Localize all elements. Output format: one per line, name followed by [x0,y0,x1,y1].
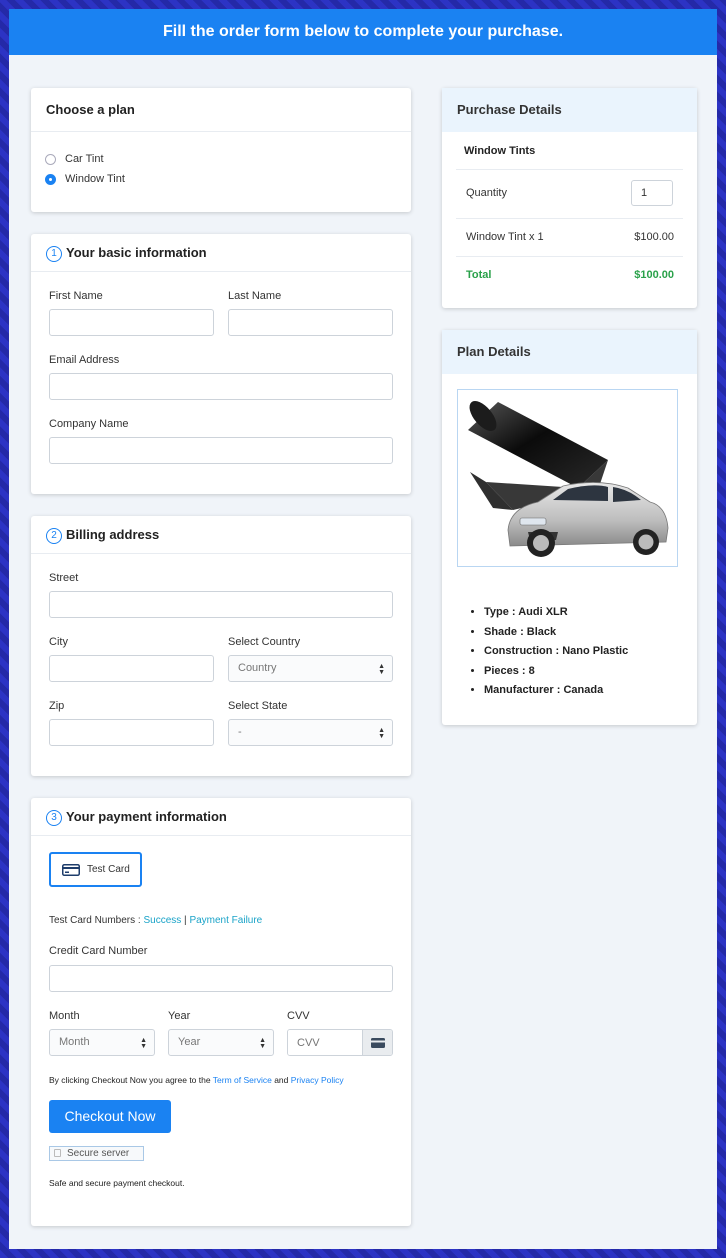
line-item-price: $100.00 [634,231,674,243]
country-select-value: Country [238,662,277,674]
secure-badge-label: Secure server [67,1148,130,1159]
divider [456,169,683,170]
section-title: Your payment information [66,809,227,824]
zip-label: Zip [49,700,65,712]
plan-option-label: Window Tint [65,173,125,185]
list-item: Type : Audi XLR [484,603,628,623]
checkout-button[interactable]: Checkout Now [49,1100,171,1133]
cvv-input[interactable] [288,1030,362,1055]
street-label: Street [49,572,79,584]
plan-option-label: Car Tint [65,153,104,165]
secure-server-badge: Secure server [49,1146,144,1161]
car-tint-illustration [468,401,669,557]
payment-heading: 3 Your payment information [31,798,411,836]
state-select[interactable]: - ▲ ▼ [228,719,393,746]
list-item: Pieces : 8 [484,662,628,682]
test-card-label: Test Card [87,864,130,875]
cvv-label: CVV [287,1010,310,1022]
purchase-card: Purchase Details Window Tints Quantity 1… [442,88,697,308]
state-select-value: - [238,726,242,738]
basic-info-heading: 1 Your basic information [31,234,411,272]
terms-and: and [271,1075,291,1085]
month-select[interactable]: Month ▲ ▼ [49,1029,155,1056]
page-frame: Fill the order form below to complete yo… [9,9,717,1249]
cc-label: Credit Card Number [49,945,148,957]
test-card-button[interactable]: Test Card [49,852,142,887]
plan-details-card: Plan Details • Type: Audi XLR • Shade:… [442,330,697,725]
year-select[interactable]: Year ▲ ▼ [168,1029,274,1056]
divider [456,256,683,257]
city-label: City [49,636,68,648]
terms-of-service-link[interactable]: Term of Service [213,1075,272,1085]
billing-heading: 2 Billing address [31,516,411,554]
plan-heading: Choose a plan [31,88,411,132]
first-name-input[interactable] [49,309,214,336]
state-label: Select State [228,700,288,712]
terms-prefix: By clicking Checkout Now you agree to th… [49,1075,213,1085]
test-card-numbers: Test Card Numbers : Success | Payment Fa… [49,915,262,926]
last-name-input[interactable] [228,309,393,336]
month-select-value: Month [59,1036,90,1048]
failure-link[interactable]: Payment Failure [189,915,262,926]
lock-icon [54,1149,61,1157]
cvv-field[interactable] [287,1029,393,1056]
last-name-label: Last Name [228,290,282,302]
total-label: Total [466,269,492,281]
plan-card: Choose a plan Car Tint Window Tint [31,88,411,212]
step-number-badge: 3 [46,810,62,826]
select-arrows-icon: ▲ ▼ [378,727,385,740]
radio-unchecked-icon[interactable] [45,153,56,165]
list-item: Manufacturer : Canada [484,681,628,701]
plan-option-window-tint[interactable]: Window Tint [45,169,125,189]
test-numbers-prefix: Test Card Numbers : [49,915,144,926]
select-arrows-icon: ▲ ▼ [140,1037,147,1050]
step-number-badge: 2 [46,528,62,544]
total-value: $100.00 [634,269,674,281]
email-label: Email Address [49,354,120,366]
year-label: Year [168,1010,191,1022]
product-name: Window Tints [464,145,536,157]
payment-card: 3 Your payment information Test Card Test… [31,798,411,1226]
success-link[interactable]: Success [143,915,181,926]
page-banner: Fill the order form below to complete yo… [9,9,717,55]
radio-checked-icon[interactable] [45,173,56,185]
section-title: Billing address [66,527,160,542]
plan-details-heading: Plan Details [442,330,697,374]
cvv-addon [362,1030,392,1055]
month-label: Month [49,1010,80,1022]
plan-details-list: Type : Audi XLR Shade : Black Constructi… [456,603,628,701]
line-item-label: Window Tint x 1 [466,231,544,243]
country-label: Select Country [228,636,301,648]
basic-info-card: 1 Your basic information First Name Last … [31,234,411,494]
cc-input[interactable] [49,965,393,992]
email-input[interactable] [49,373,393,400]
product-image [457,389,678,567]
credit-card-icon [371,1038,385,1048]
plan-option-car-tint[interactable]: Car Tint [45,149,125,169]
quantity-input[interactable]: 1 [631,180,673,206]
company-label: Company Name [49,418,129,430]
select-arrows-icon: ▲ ▼ [378,663,385,676]
zip-input[interactable] [49,719,214,746]
year-select-value: Year [178,1036,201,1048]
company-input[interactable] [49,437,393,464]
first-name-label: First Name [49,290,103,302]
credit-card-icon [62,864,80,876]
purchase-heading: Purchase Details [442,88,697,132]
step-number-badge: 1 [46,246,62,262]
quantity-label: Quantity [466,187,507,199]
billing-card: 2 Billing address Street City Select Coun… [31,516,411,776]
country-select[interactable]: Country ▲ ▼ [228,655,393,682]
select-arrows-icon: ▲ ▼ [259,1037,266,1050]
city-input[interactable] [49,655,214,682]
safe-text: Safe and secure payment checkout. [49,1178,185,1188]
privacy-policy-link[interactable]: Privacy Policy [291,1075,344,1085]
list-item: Construction : Nano Plastic [484,642,628,662]
list-item: Shade : Black [484,623,628,643]
divider [456,218,683,219]
section-title: Your basic information [66,245,207,260]
street-input[interactable] [49,591,393,618]
terms-text: By clicking Checkout Now you agree to th… [49,1075,344,1085]
